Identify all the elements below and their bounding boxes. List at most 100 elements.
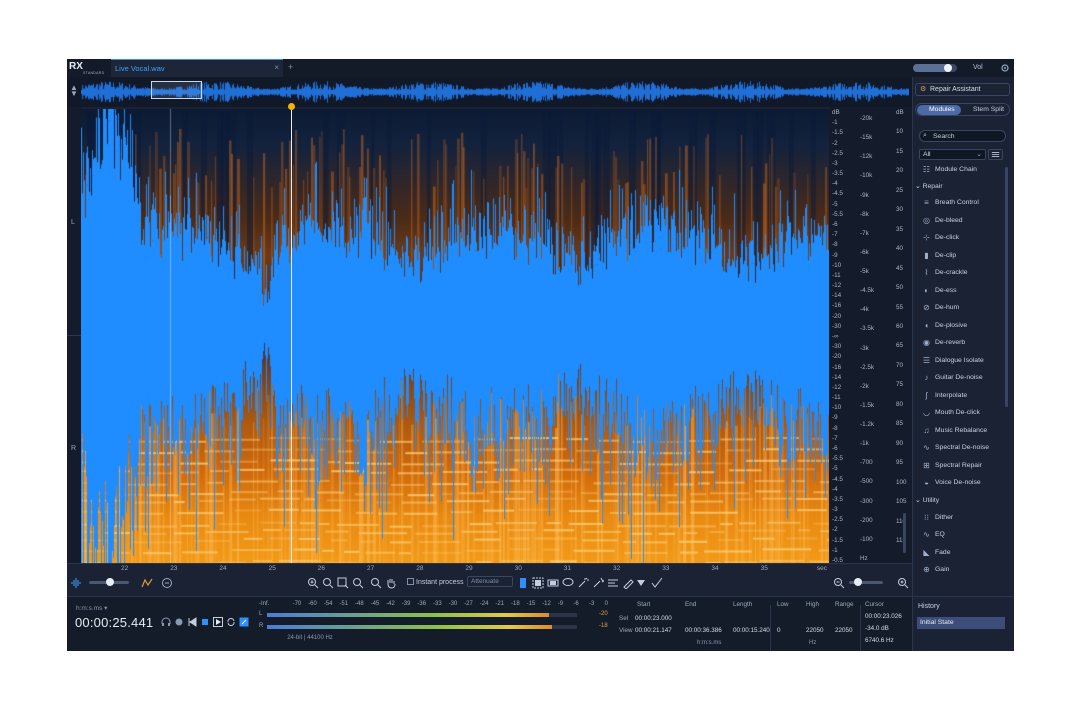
module-item[interactable]: ⊕ Gain [921,563,1007,577]
modules-tab[interactable]: Modules [917,105,961,115]
left-channel-label[interactable]: L [71,219,75,226]
brush-icon[interactable] [622,577,634,590]
module-item[interactable]: ◣ Fade [921,546,1007,560]
time-tick-label: 25 [268,565,276,572]
expand-collapse-icon[interactable]: ▲ ▼ [70,84,79,99]
stop-icon[interactable] [200,617,210,627]
waveform-display-icon[interactable] [70,577,82,589]
list-view-icon[interactable] [988,149,1003,160]
module-filter-dropdown[interactable]: All ⌄ [919,149,986,160]
spectrum-analyzer-icon[interactable] [161,577,173,589]
hz-tick-label: -7k [860,229,869,237]
repair-assistant-button[interactable]: ⚙ Repair Assistant [915,83,1010,96]
spectrogram-display-icon[interactable] [141,577,153,589]
vertical-zoom-out-icon[interactable] [833,577,845,589]
module-item[interactable]: ◡ Mouth De-click [921,406,1007,420]
module-chain-item[interactable]: ☷ Module Chain [921,163,1007,177]
view-start-value[interactable]: 00:00:21.147 [635,627,672,634]
time-format-dropdown[interactable]: h:m:s.ms ▾ [76,604,107,612]
view-range-value[interactable]: 22050 [835,627,853,634]
attenuate-dropdown[interactable]: Attenuate [467,576,513,587]
module-item[interactable]: ⁝⁝ Dither [921,511,1007,525]
module-item[interactable]: ⌇ De-crackle [921,266,1007,280]
module-item[interactable]: ☰ Dialogue Isolate [921,354,1007,368]
frequency-zoom-slider[interactable] [849,578,883,586]
vertical-zoom-slider[interactable] [903,513,906,553]
lasso-icon[interactable] [562,577,574,589]
frequency-zoom-knob[interactable] [854,578,862,586]
view-low-value[interactable]: 0 [777,627,781,634]
play-icon[interactable] [213,617,223,627]
hz-tick-label: -3k [860,344,869,352]
overview-wave-canvas[interactable] [81,79,909,105]
module-item[interactable]: ∿ Spectral De-noise [921,441,1007,455]
zoom-fit-icon[interactable] [352,577,364,589]
module-item[interactable]: ◎ De-bleed [921,214,1007,228]
loop-icon[interactable] [226,617,236,627]
utility-section-header[interactable]: ⌄ Utility [915,496,939,504]
chevron-down-icon: ⌄ [976,151,982,158]
module-item[interactable]: ⊘ De-hum [921,301,1007,315]
module-item[interactable]: ◒ Voice De-noise [921,476,1007,490]
view-end-value[interactable]: 00:00:36.386 [685,627,722,634]
sel-start-value[interactable]: 00:00:23.000 [635,615,672,622]
magnify-icon[interactable] [370,577,382,589]
module-list-scrollbar[interactable] [1005,167,1008,407]
overview-view-window[interactable] [151,81,202,99]
record-icon[interactable] [174,617,184,627]
module-item[interactable]: ⊹ De-click [921,231,1007,245]
go-to-start-icon[interactable] [187,617,197,627]
instant-process-label: Instant process [416,579,464,586]
module-item[interactable]: ◉ De-reverb [921,336,1007,350]
file-tab[interactable]: Live Vocal.wav × [111,59,283,77]
magic-wand-icon[interactable] [577,577,589,589]
right-channel-label[interactable]: R [71,445,76,452]
settings-gear-icon[interactable] [999,62,1011,74]
harmonic-wand-icon[interactable] [592,577,606,589]
view-high-value[interactable]: 22050 [806,627,824,634]
instant-process-checkbox[interactable] [407,578,414,585]
module-item[interactable]: ◐ De-ess [921,284,1007,298]
history-item-initial-state[interactable]: Initial State [917,617,1005,629]
view-length-value[interactable]: 00:00:15.240 [733,627,770,634]
module-item[interactable]: ∿ EQ [921,528,1007,542]
module-item[interactable]: ≡ Breath Control [921,196,1007,210]
new-tab-button[interactable]: + [288,62,293,72]
module-item[interactable]: ◖ De-plosive [921,319,1007,333]
time-selection-icon[interactable] [517,577,529,589]
module-item[interactable]: ⊞ Spectral Repair [921,459,1007,473]
repair-section-header[interactable]: ⌄ Repair [915,182,943,190]
color-scale-tick: 90 [896,439,904,447]
module-item[interactable]: ▮ De-clip [921,249,1007,263]
overview-waveform[interactable]: ▲ ▼ [67,77,912,107]
module-item[interactable]: ♫ Music Rebalance [921,424,1007,438]
harmonic-lines-icon[interactable] [607,577,619,589]
horizontal-zoom-slider[interactable] [89,578,129,586]
time-frequency-selection-icon[interactable] [547,577,559,589]
horizontal-zoom-knob[interactable] [106,578,114,586]
spectrogram-view[interactable] [81,109,829,563]
module-search-input[interactable]: ⌕ Search [919,130,1006,142]
close-tab-icon[interactable]: × [274,63,279,72]
color-scale-tick: 20 [896,167,904,175]
file-tab-name[interactable]: Live Vocal.wav [115,64,165,73]
headphones-icon[interactable] [161,617,171,627]
module-item[interactable]: ♪ Guitar De-noise [921,371,1007,385]
playback-follow-icon[interactable] [239,617,249,627]
playhead-marker[interactable] [288,103,295,110]
zoom-in-icon[interactable] [307,577,319,589]
instant-process-toggle[interactable]: Instant process [407,578,463,586]
brush-dropdown-icon[interactable] [635,577,647,589]
vertical-zoom-in-icon[interactable] [897,577,909,589]
frequency-selection-icon[interactable] [532,577,544,589]
module-item[interactable]: ʃ Interpolate [921,389,1007,403]
spectrogram-canvas[interactable] [81,109,829,563]
selection-feathering-icon[interactable] [651,577,663,589]
zoom-selection-icon[interactable] [322,577,334,589]
stem-split-tab[interactable]: Stem Split [964,105,1008,115]
volume-knob[interactable] [943,64,952,72]
hand-grab-icon[interactable] [385,577,397,589]
volume-slider[interactable] [913,64,957,72]
playhead-line[interactable] [291,107,292,563]
zoom-out-icon[interactable] [337,577,349,589]
